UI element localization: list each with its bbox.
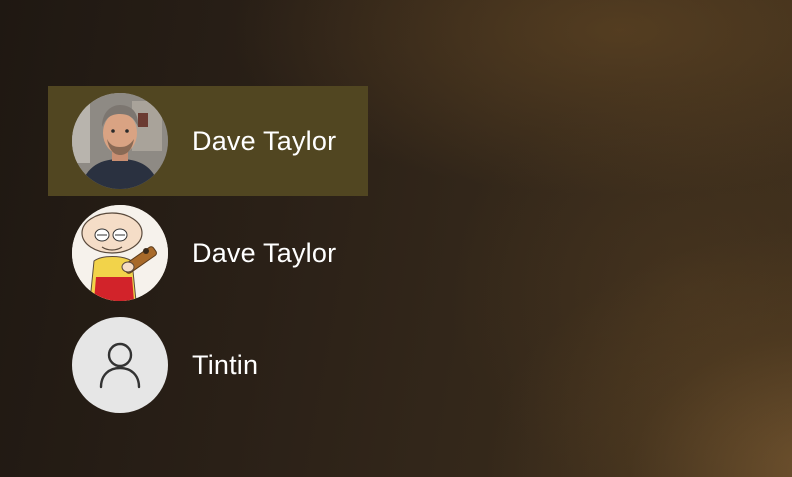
user-name-label: Dave Taylor [192, 237, 337, 268]
user-account-dave-taylor-1[interactable]: Dave Taylor [48, 86, 368, 196]
user-photo-icon [72, 93, 168, 189]
user-name-label: Dave Taylor [192, 125, 337, 156]
user-account-tintin[interactable]: Tintin [48, 310, 368, 420]
person-silhouette-icon [72, 317, 168, 413]
user-account-list: Dave Taylor Dave Taylor Tintin [48, 86, 368, 422]
cartoon-avatar-icon [72, 205, 168, 301]
login-screen: Dave Taylor Dave Taylor Tintin [0, 0, 792, 477]
user-name-label: Tintin [192, 349, 259, 380]
user-account-dave-taylor-2[interactable]: Dave Taylor [48, 198, 368, 308]
